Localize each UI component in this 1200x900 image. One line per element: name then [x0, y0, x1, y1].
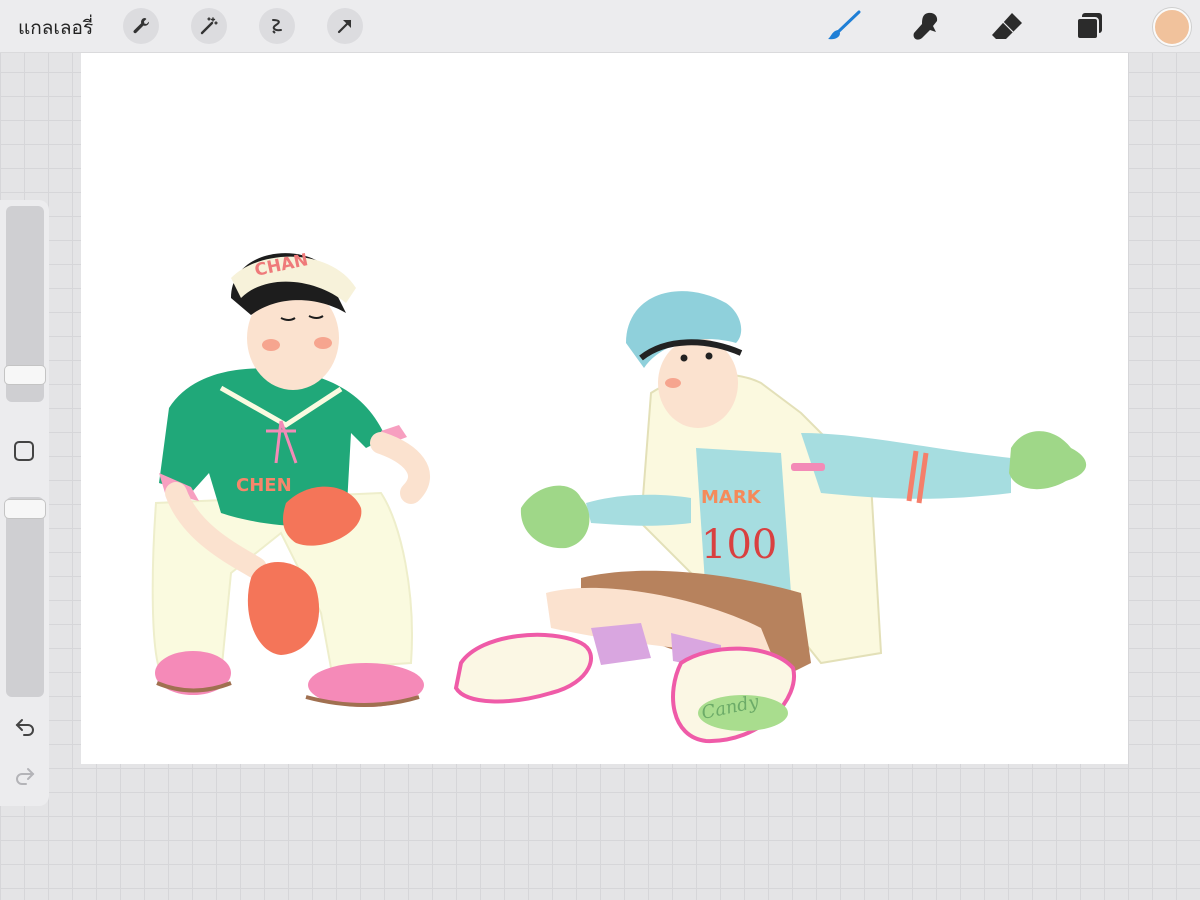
modify-button[interactable]	[14, 441, 34, 461]
brush-icon[interactable]	[824, 8, 864, 44]
layers-icon[interactable]	[1070, 8, 1110, 44]
selection-icon[interactable]	[259, 8, 295, 44]
color-picker-button[interactable]	[1153, 8, 1191, 46]
gallery-button[interactable]: แกลเลอรี่	[18, 13, 93, 43]
left-shirt-text: CHEN	[236, 475, 292, 496]
undo-icon[interactable]	[13, 715, 37, 739]
transform-arrow-icon[interactable]	[327, 8, 363, 44]
right-shirt-top-text: MARK	[701, 487, 762, 508]
opacity-slider[interactable]	[6, 497, 44, 697]
wrench-icon[interactable]	[123, 8, 159, 44]
drawing-canvas[interactable]: CHAN CHEN MARK 100 Candy	[81, 53, 1128, 764]
left-sidebar	[0, 200, 49, 806]
smudge-icon[interactable]	[906, 8, 946, 44]
magic-wand-icon[interactable]	[191, 8, 227, 44]
right-shirt-number-text: 100	[701, 522, 777, 568]
brush-size-thumb[interactable]	[5, 366, 45, 384]
eraser-icon[interactable]	[988, 8, 1028, 44]
redo-icon[interactable]	[13, 764, 37, 788]
top-toolbar: แกลเลอรี่	[0, 0, 1200, 53]
artwork-illustration: CHAN CHEN MARK 100 Candy	[151, 250, 1087, 744]
opacity-thumb[interactable]	[5, 500, 45, 518]
